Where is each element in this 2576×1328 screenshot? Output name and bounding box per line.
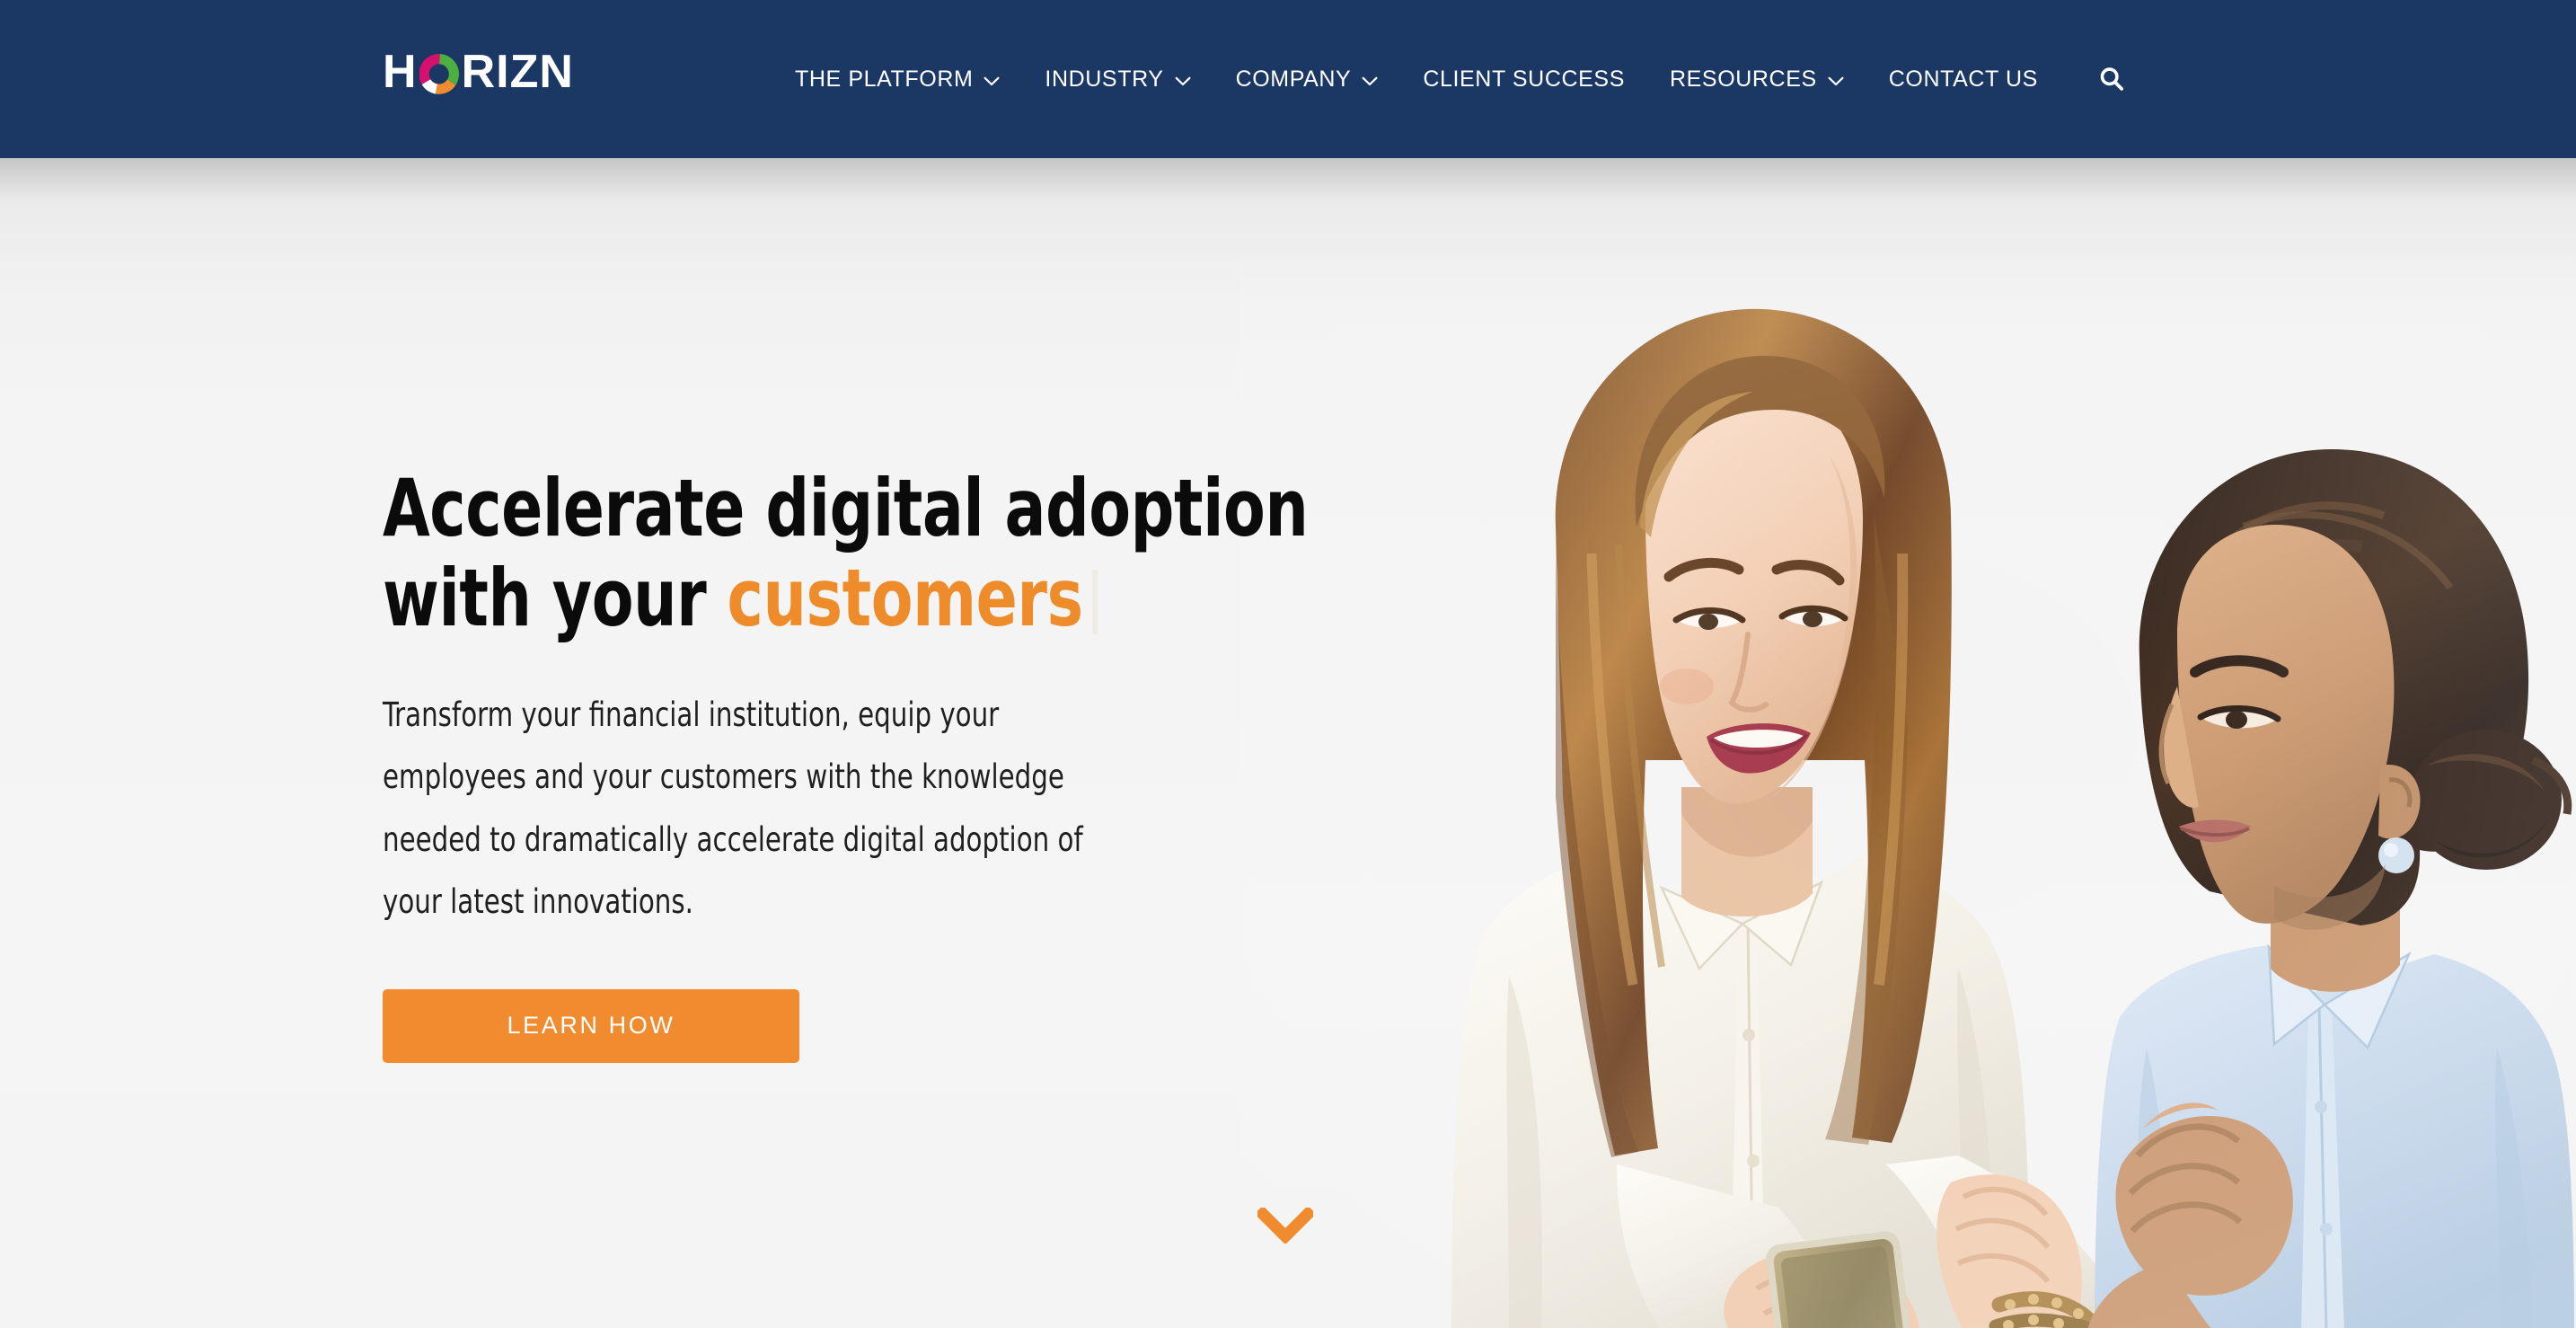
chevron-down-icon	[1362, 76, 1378, 86]
site-header: H RIZN THE PLATFORM INDUSTRY COMPANY CLI…	[0, 0, 2576, 158]
hero-image	[1239, 257, 2576, 1328]
hero-section: Accelerate digital adoption with your cu…	[0, 158, 2576, 1328]
chevron-down-icon	[984, 76, 1000, 86]
nav-item-client-success[interactable]: CLIENT SUCCESS	[1400, 0, 1647, 158]
nav-label-resources: RESOURCES	[1669, 66, 1817, 92]
nav-label-industry: INDUSTRY	[1045, 66, 1164, 92]
ring-logo-icon	[419, 53, 460, 94]
hero-subtitle: Transform your financial institution, eq…	[383, 695, 1083, 922]
hero-title-line-2-plain: with your	[383, 552, 728, 645]
learn-how-button[interactable]: LEARN HOW	[383, 988, 799, 1063]
header-inner: H RIZN THE PLATFORM INDUSTRY COMPANY CLI…	[0, 0, 2576, 158]
nav-item-industry[interactable]: INDUSTRY	[1022, 0, 1213, 158]
nav-item-the-platform[interactable]: THE PLATFORM	[772, 0, 1022, 158]
nav-item-contact-us[interactable]: CONTACT US	[1866, 0, 2060, 158]
page-title: Accelerate digital adoption with your cu…	[383, 463, 1309, 645]
logo-letter-h: H	[383, 46, 418, 98]
brand-logo[interactable]: H RIZN	[383, 49, 574, 95]
search-icon[interactable]	[2080, 0, 2143, 158]
chevron-down-icon	[1828, 76, 1844, 86]
nav-label-client-success: CLIENT SUCCESS	[1423, 66, 1625, 92]
nav-label-company: COMPANY	[1235, 66, 1352, 92]
page-root: H RIZN THE PLATFORM INDUSTRY COMPANY CLI…	[0, 0, 2576, 1328]
hero-title-line-1: Accelerate digital adoption	[383, 462, 1309, 554]
chevron-down-icon	[1175, 76, 1191, 86]
nav-label-the-platform: THE PLATFORM	[795, 66, 974, 92]
nav-item-resources[interactable]: RESOURCES	[1647, 0, 1866, 158]
hero-title-accent: customers	[727, 552, 1084, 645]
nav-item-company[interactable]: COMPANY	[1213, 0, 1401, 158]
typing-cursor	[1091, 570, 1098, 635]
hero-copy: Accelerate digital adoption with your cu…	[383, 463, 1309, 1063]
scroll-down-chevron-icon[interactable]	[1257, 1208, 1313, 1244]
logo-letters-rizn: RIZN	[461, 46, 574, 98]
nav-label-contact-us: CONTACT US	[1888, 66, 2038, 92]
main-navigation: THE PLATFORM INDUSTRY COMPANY CLIENT SUC…	[772, 0, 2143, 158]
brand-logo-text: H RIZN	[383, 49, 574, 95]
header-dropshadow	[0, 158, 2576, 199]
